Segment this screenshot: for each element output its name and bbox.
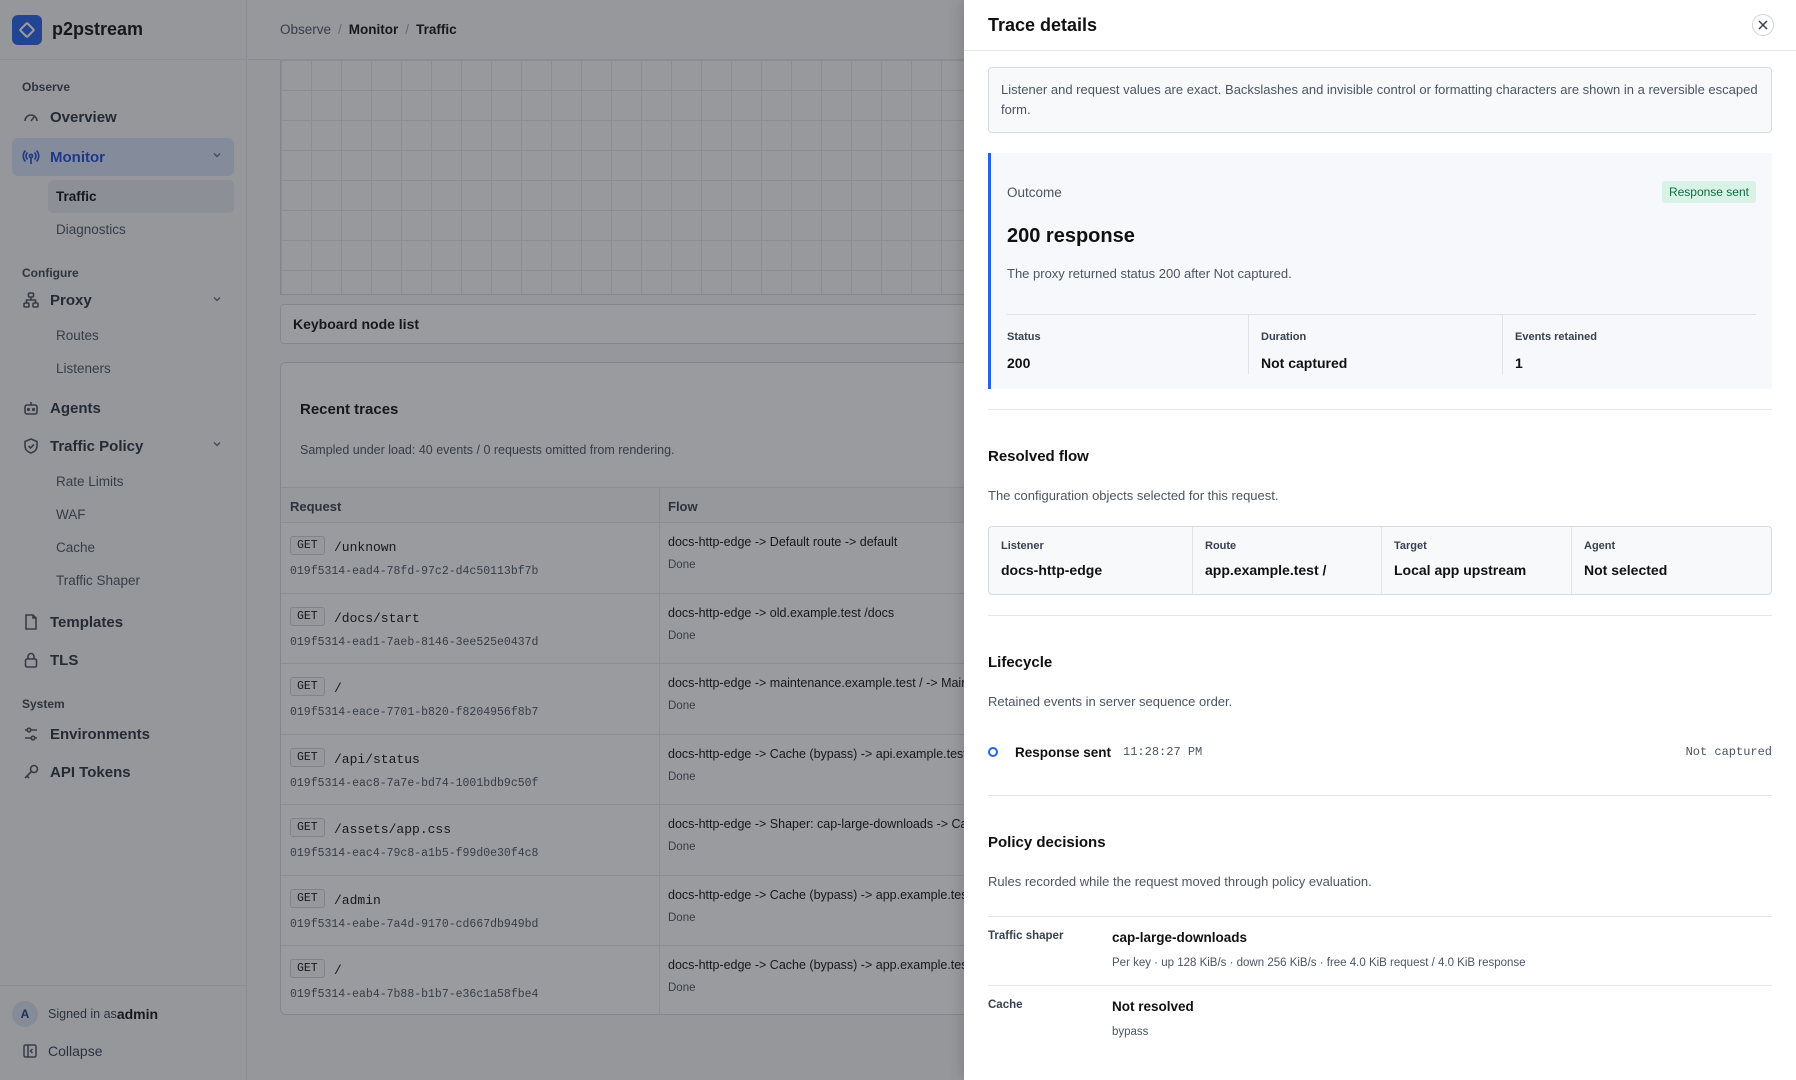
policy-detail: Per key · up 128 KiB/s · down 256 KiB/s … bbox=[1112, 957, 1526, 969]
stat-status: Status 200 bbox=[1007, 315, 1248, 374]
close-icon bbox=[1758, 20, 1768, 30]
stat-duration: Duration Not captured bbox=[1248, 315, 1502, 374]
flow-cell-value: Local app upstream bbox=[1394, 562, 1527, 578]
flow-cell-listener: Listener docs-http-edge bbox=[989, 527, 1192, 594]
outcome-headline: 200 response bbox=[1007, 225, 1135, 247]
flow-cell-label: Target bbox=[1394, 540, 1427, 552]
escape-notice: Listener and request values are exact. B… bbox=[988, 67, 1772, 133]
flow-cell-value: app.example.test / bbox=[1205, 562, 1327, 578]
policy-detail: bypass bbox=[1112, 1026, 1149, 1038]
stat-label: Events retained bbox=[1515, 331, 1597, 343]
policy-label: Cache bbox=[988, 999, 1023, 1011]
divider bbox=[988, 795, 1772, 796]
resolved-flow-title: Resolved flow bbox=[988, 448, 1089, 465]
outcome-stats: Status 200 Duration Not captured Events … bbox=[1007, 314, 1756, 374]
stat-value: Not captured bbox=[1261, 355, 1348, 371]
trace-details-drawer: Trace details Listener and request value… bbox=[964, 0, 1796, 1080]
close-button[interactable] bbox=[1752, 14, 1774, 36]
policy-title: Policy decisions bbox=[988, 834, 1106, 851]
flow-cell-value: docs-http-edge bbox=[1001, 562, 1103, 578]
stat-events-retained: Events retained 1 bbox=[1502, 315, 1756, 374]
stat-label: Status bbox=[1007, 331, 1041, 343]
outcome-card: Outcome Response sent 200 response The p… bbox=[988, 153, 1772, 389]
stat-label: Duration bbox=[1261, 331, 1307, 343]
lifecycle-event: Response sent 11:28:27 PM Not captured bbox=[988, 739, 1772, 765]
event-name: Response sent bbox=[1015, 744, 1112, 760]
policy-subtitle: Rules recorded while the request moved t… bbox=[988, 874, 1372, 889]
policy-row: Cache Not resolved bypass bbox=[988, 985, 1772, 1054]
outcome-description: The proxy returned status 200 after Not … bbox=[1007, 266, 1292, 281]
outcome-label: Outcome bbox=[1007, 185, 1062, 200]
policy-row: Traffic shaper cap-large-downloads Per k… bbox=[988, 916, 1772, 985]
policy-value: Not resolved bbox=[1112, 999, 1194, 1014]
modal-backdrop[interactable] bbox=[0, 0, 964, 1080]
policy-list: Traffic shaper cap-large-downloads Per k… bbox=[988, 916, 1772, 1054]
resolved-flow-subtitle: The configuration objects selected for t… bbox=[988, 488, 1279, 503]
lifecycle-subtitle: Retained events in server sequence order… bbox=[988, 694, 1233, 709]
drawer-body: Listener and request values are exact. B… bbox=[988, 51, 1772, 1054]
divider bbox=[988, 615, 1772, 616]
flow-cell-target: Target Local app upstream bbox=[1381, 527, 1571, 594]
status-badge: Response sent bbox=[1661, 181, 1756, 203]
timeline-dot-icon bbox=[988, 747, 998, 757]
flow-cell-agent: Agent Not selected bbox=[1571, 527, 1771, 594]
policy-value: cap-large-downloads bbox=[1112, 930, 1248, 945]
resolved-flow-box: Listener docs-http-edge Route app.exampl… bbox=[988, 526, 1772, 595]
flow-cell-value: Not selected bbox=[1584, 562, 1668, 578]
flow-cell-route: Route app.example.test / bbox=[1192, 527, 1381, 594]
flow-cell-label: Route bbox=[1205, 540, 1237, 552]
lifecycle-title: Lifecycle bbox=[988, 654, 1053, 671]
event-time: 11:28:27 PM bbox=[1123, 745, 1203, 759]
stat-value: 1 bbox=[1515, 355, 1523, 371]
drawer-title: Trace details bbox=[988, 14, 1098, 35]
flow-cell-label: Agent bbox=[1584, 540, 1616, 552]
event-duration: Not captured bbox=[1685, 745, 1772, 759]
drawer-header: Trace details bbox=[964, 0, 1796, 51]
stat-value: 200 bbox=[1007, 355, 1031, 371]
divider bbox=[988, 409, 1772, 410]
flow-cell-label: Listener bbox=[1001, 540, 1044, 552]
policy-label: Traffic shaper bbox=[988, 930, 1064, 942]
